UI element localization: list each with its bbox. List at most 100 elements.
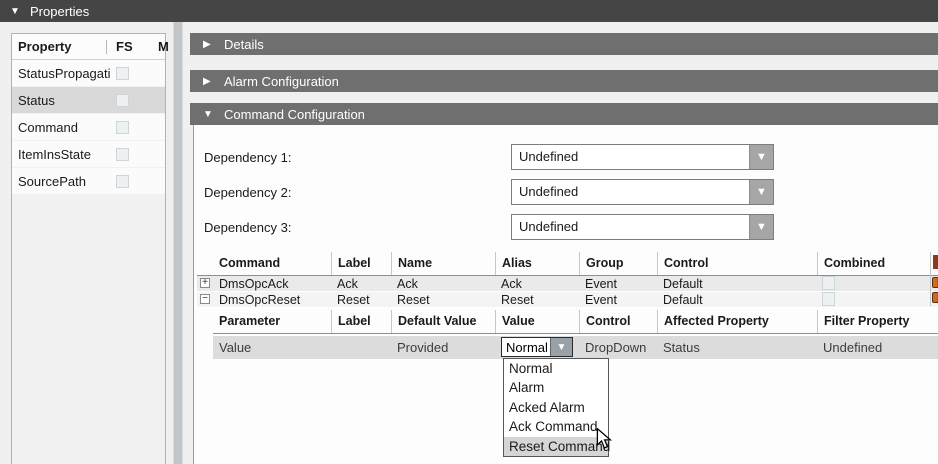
property-row-status[interactable]: Status <box>12 87 165 114</box>
column-header-group[interactable]: Group <box>579 252 657 275</box>
dependency-2-value: Undefined <box>519 184 578 199</box>
fs-checkbox[interactable] <box>116 148 129 161</box>
column-header-parameter[interactable]: Parameter <box>213 310 331 333</box>
column-header-control[interactable]: Control <box>657 252 817 275</box>
dependency-2-combobox[interactable]: Undefined ▼ <box>511 179 774 205</box>
fs-checkbox[interactable] <box>116 121 129 134</box>
dropdown-option-acked-alarm[interactable]: Acked Alarm <box>504 398 608 417</box>
column-header-control[interactable]: Control <box>579 310 657 333</box>
cell-affected-property: Status <box>657 336 817 359</box>
section-label: Command Configuration <box>224 107 365 122</box>
property-row-iteminsstate[interactable]: ItemInsState <box>12 141 165 168</box>
cell-name: Ack <box>391 276 495 291</box>
column-header-filter-property[interactable]: Filter Property <box>817 310 931 333</box>
dropdown-arrow-button[interactable]: ▼ <box>749 180 773 204</box>
dependency-3-row: Dependency 3: Undefined ▼ <box>194 214 938 240</box>
property-table-header: Property FS M <box>12 34 165 60</box>
value-combobox[interactable]: Normal ▼ <box>501 337 573 357</box>
property-label: Command <box>18 120 110 135</box>
property-table: Property FS M StatusPropagation Status C… <box>11 33 166 464</box>
command-row-dmsopcreset[interactable]: − DmsOpcReset Reset Reset Reset Event De… <box>197 292 938 308</box>
dropdown-option-normal[interactable]: Normal <box>504 359 608 378</box>
cell-alias: Reset <box>495 292 579 307</box>
property-label: Status <box>18 93 110 108</box>
clipped-column-separator <box>930 252 931 306</box>
dropdown-arrow-icon: ▼ <box>557 342 567 353</box>
column-header-default-value[interactable]: Default Value <box>391 310 495 333</box>
cell-group: Event <box>579 276 657 291</box>
fs-checkbox[interactable] <box>116 94 129 107</box>
cell-parameter: Value <box>213 336 331 359</box>
property-row-statuspropagation[interactable]: StatusPropagation <box>12 60 165 87</box>
window-title: Properties <box>30 4 89 19</box>
dropdown-arrow-icon: ▼ <box>756 151 767 163</box>
dependency-2-label: Dependency 2: <box>204 185 291 200</box>
fs-checkbox[interactable] <box>116 67 129 80</box>
column-header-command[interactable]: Command <box>213 252 331 275</box>
property-label: SourcePath <box>18 174 110 189</box>
property-label: StatusPropagation <box>18 66 110 81</box>
command-row-dmsopcack[interactable]: + DmsOpcAck Ack Ack Ack Event Default <box>197 276 938 292</box>
cell-label: Reset <box>331 292 391 307</box>
parameter-row-value[interactable]: Value Provided Normal ▼ DropDown Status … <box>213 336 938 359</box>
section-header-command-configuration[interactable]: ▼ Command Configuration <box>190 103 938 125</box>
titlebar: ▼ Properties <box>0 0 938 22</box>
cell-control: Default <box>657 292 817 307</box>
dependency-3-value: Undefined <box>519 219 578 234</box>
dependency-2-row: Dependency 2: Undefined ▼ <box>194 179 938 205</box>
dependency-1-row: Dependency 1: Undefined ▼ <box>194 144 938 170</box>
dropdown-arrow-button[interactable]: ▼ <box>749 145 773 169</box>
cell-name: Reset <box>391 292 495 307</box>
dropdown-arrow-button[interactable]: ▼ <box>749 215 773 239</box>
column-header-name[interactable]: Name <box>391 252 495 275</box>
cell-label: Ack <box>331 276 391 291</box>
command-configuration-panel: Dependency 1: Undefined ▼ Dependency 2: … <box>193 125 938 464</box>
cell-alias: Ack <box>495 276 579 291</box>
column-header-alias[interactable]: Alias <box>495 252 579 275</box>
dropdown-option-alarm[interactable]: Alarm <box>504 378 608 397</box>
value-dropdown-list: Normal Alarm Acked Alarm Ack Command Res… <box>503 358 609 457</box>
section-header-details[interactable]: ▶ Details <box>190 33 938 55</box>
minus-expander-icon[interactable]: − <box>200 294 210 304</box>
dropdown-arrow-button[interactable]: ▼ <box>550 338 572 356</box>
cell-default-value: Provided <box>391 336 495 359</box>
dependency-1-combobox[interactable]: Undefined ▼ <box>511 144 774 170</box>
cell-value: Normal ▼ <box>495 336 579 359</box>
section-label: Details <box>224 37 264 52</box>
dependency-3-label: Dependency 3: <box>204 220 291 235</box>
dropdown-option-reset-command[interactable]: Reset Command <box>504 437 608 456</box>
plus-expander-icon[interactable]: + <box>200 278 210 288</box>
command-table-header: Command Label Name Alias Group Control C… <box>197 252 938 276</box>
cell-group: Event <box>579 292 657 307</box>
column-header-property[interactable]: Property <box>18 39 71 54</box>
cell-control: Default <box>657 276 817 291</box>
cell-label <box>331 336 391 359</box>
dependency-1-value: Undefined <box>519 149 578 164</box>
parameter-table: Parameter Label Default Value Value Cont… <box>213 310 938 359</box>
cell-command: DmsOpcAck <box>213 276 331 291</box>
fs-checkbox[interactable] <box>116 175 129 188</box>
column-header-value[interactable]: Value <box>495 310 579 333</box>
combined-checkbox[interactable] <box>822 292 835 306</box>
column-header-affected-property[interactable]: Affected Property <box>657 310 817 333</box>
section-header-alarm-configuration[interactable]: ▶ Alarm Configuration <box>190 70 938 92</box>
clipped-row-icon <box>932 292 938 303</box>
dropdown-arrow-icon: ▼ <box>756 186 767 198</box>
column-header-m[interactable]: M <box>158 39 169 54</box>
column-header-label[interactable]: Label <box>331 310 391 333</box>
combined-checkbox[interactable] <box>822 276 835 290</box>
property-label: ItemInsState <box>18 147 110 162</box>
column-header-label[interactable]: Label <box>331 252 391 275</box>
property-row-sourcepath[interactable]: SourcePath <box>12 168 165 195</box>
properties-window: ▼ Properties Property FS M StatusPropaga… <box>0 0 938 464</box>
collapse-triangle-icon[interactable]: ▼ <box>10 6 30 17</box>
column-header-combined[interactable]: Combined <box>817 252 931 275</box>
cell-command: DmsOpcReset <box>213 292 331 307</box>
dependency-3-combobox[interactable]: Undefined ▼ <box>511 214 774 240</box>
panel-splitter[interactable] <box>173 22 183 464</box>
section-label: Alarm Configuration <box>224 74 339 89</box>
dropdown-option-ack-command[interactable]: Ack Command <box>504 417 608 436</box>
collapse-arrow-icon: ▼ <box>203 109 224 120</box>
column-header-fs[interactable]: FS <box>116 39 133 54</box>
property-row-command[interactable]: Command <box>12 114 165 141</box>
